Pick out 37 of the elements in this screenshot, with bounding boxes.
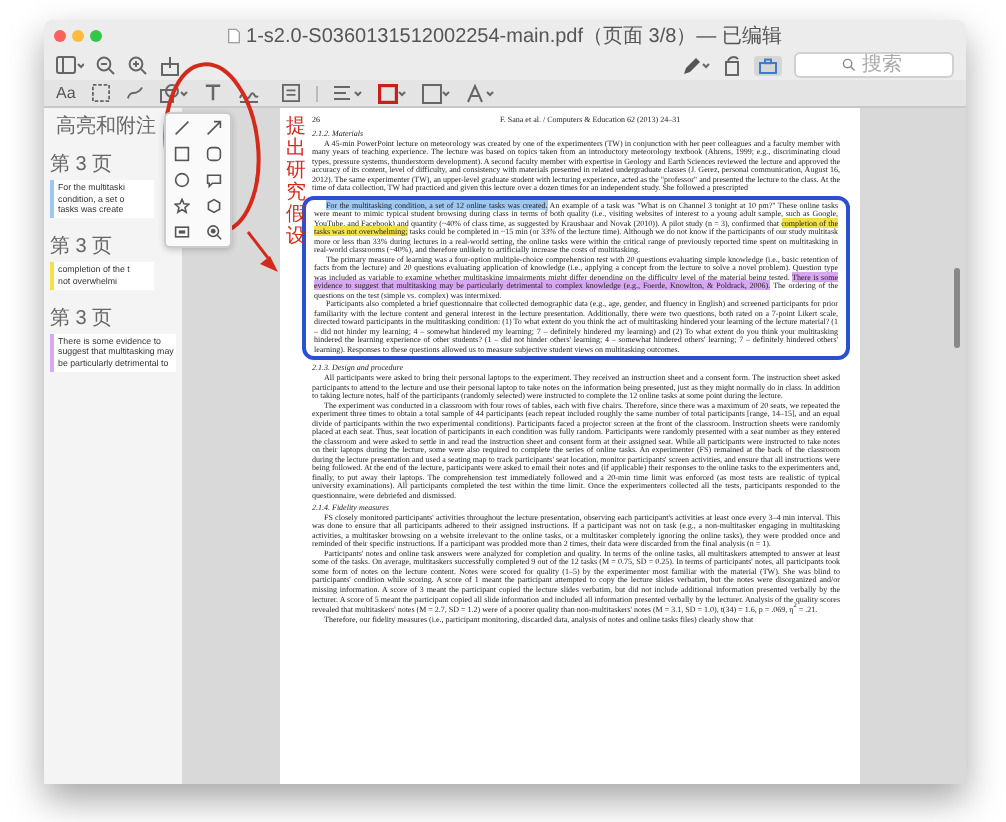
sketch-icon[interactable] [125,84,144,102]
toolbox-icon[interactable] [754,55,782,75]
fill-color-icon[interactable] [421,83,450,103]
selection-icon[interactable] [91,84,110,102]
zoom-in-icon[interactable] [128,55,148,75]
sidebar-icon[interactable] [56,55,84,75]
note-icon[interactable] [281,84,300,102]
star-icon[interactable] [174,198,190,214]
pen-icon[interactable] [682,55,710,75]
text-style-button[interactable]: Aa [56,84,76,102]
search-field[interactable]: 搜索 [794,52,954,78]
document-icon [228,27,241,43]
note-page-label: 第 3 页 [50,305,113,332]
zoom-out-icon[interactable] [96,55,116,75]
share-icon[interactable] [160,55,180,75]
text-icon[interactable] [203,84,222,102]
square-icon[interactable] [174,146,190,162]
note-page-label: 第 3 页 [50,234,113,261]
font-icon[interactable] [465,83,494,103]
note-page-label: 第 3 页 [50,152,113,178]
speech-bubble-icon[interactable] [206,172,222,188]
hexagon-icon[interactable] [206,198,222,214]
border-color-icon[interactable] [377,83,406,103]
line-icon[interactable] [174,120,190,136]
circle-icon[interactable] [174,172,190,188]
arrow-annotation [246,231,278,272]
window-title: 1-s2.0-S0360131512002254-main.pdf（页面 3/8）— 已编辑 [246,23,782,49]
mask-icon[interactable] [174,224,190,240]
close-button[interactable] [54,29,66,41]
loupe-icon[interactable] [206,224,222,240]
shapes-icon[interactable] [159,83,188,103]
align-icon[interactable] [333,83,362,103]
rounded-square-icon[interactable] [206,146,222,162]
scroll-thumb[interactable] [954,268,960,348]
sidebar-title: 高亮和附注 [54,113,158,140]
search-icon [842,58,856,72]
arrow-icon[interactable] [206,120,222,136]
